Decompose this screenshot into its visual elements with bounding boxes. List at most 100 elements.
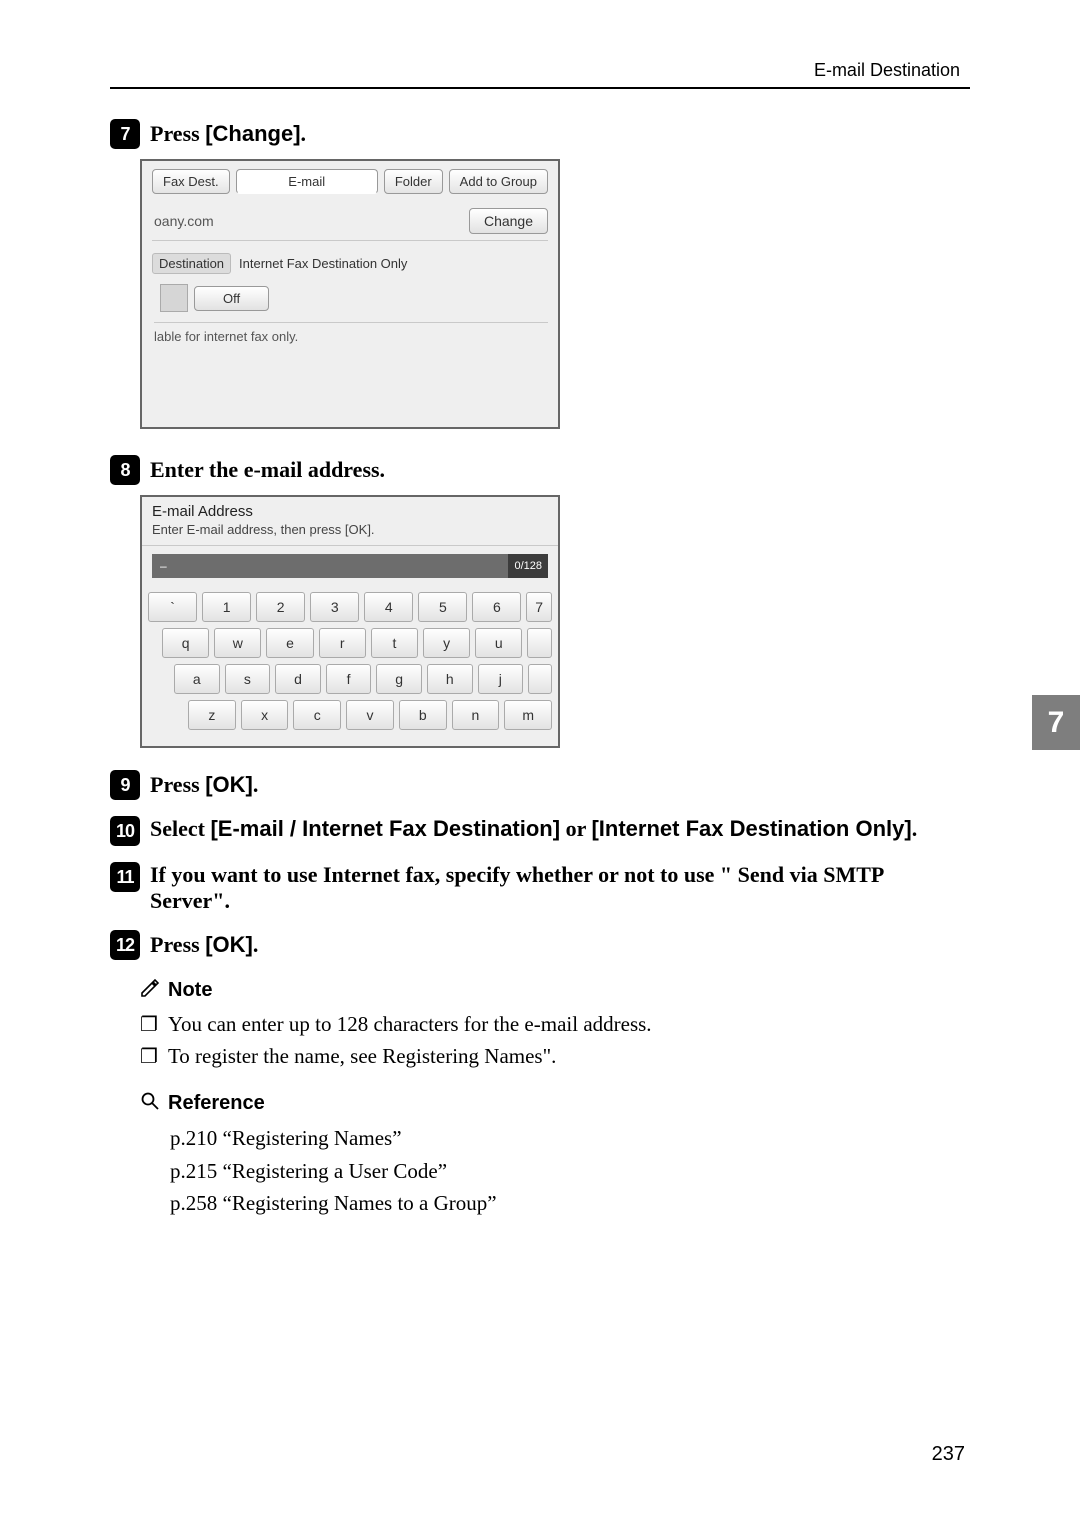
step-11-text: If you want to use Internet fax, specify… [150, 862, 950, 914]
key-a[interactable]: a [174, 664, 220, 694]
step-11-heading: 11 If you want to use Internet fax, spec… [110, 862, 970, 914]
bullet-icon: ❐ [140, 1041, 158, 1073]
page: E-mail Destination 7 Press [Change]. Fax… [0, 0, 1080, 1526]
email-fax-dest-label: [E-mail / Internet Fax Destination] [210, 816, 560, 841]
key-c[interactable]: c [293, 700, 341, 730]
toggle-indicator[interactable] [160, 284, 188, 312]
key-y[interactable]: y [423, 628, 470, 658]
key-u[interactable]: u [475, 628, 522, 658]
keyboard-row-qwerty: q w e r t y u [148, 628, 552, 658]
note-label: Note [168, 979, 212, 1002]
note-bullet-2: ❐ To register the name, see Registering … [140, 1041, 970, 1073]
email-address-text: oany.com [152, 213, 214, 229]
key-v[interactable]: v [346, 700, 394, 730]
key-z[interactable]: z [188, 700, 236, 730]
text: . [912, 816, 918, 841]
key-j[interactable]: j [478, 664, 524, 694]
key-q[interactable]: q [162, 628, 209, 658]
reference-heading: Reference [140, 1091, 970, 1116]
ok-label: [OK] [205, 932, 253, 957]
dialog-title: E-mail Address [142, 497, 558, 522]
reference-item: p.215 “Registering a User Code” [170, 1155, 970, 1188]
key-g[interactable]: g [376, 664, 422, 694]
off-button[interactable]: Off [194, 286, 269, 311]
step-10-text: Select [E-mail / Internet Fax Destinatio… [150, 816, 917, 842]
change-label: [Change] [205, 121, 300, 146]
step-8-heading: 8 Enter the e-mail address. [110, 455, 970, 485]
key-3[interactable]: 3 [310, 592, 359, 622]
step-7-heading: 7 Press [Change]. [110, 119, 970, 149]
key-1[interactable]: 1 [202, 592, 251, 622]
text: or [560, 816, 591, 841]
key-b[interactable]: b [399, 700, 447, 730]
key-4[interactable]: 4 [364, 592, 413, 622]
tab-bar: Fax Dest. E-mail Folder Add to Group [152, 169, 548, 194]
reference-list: p.210 “Registering Names” p.215 “Registe… [170, 1122, 970, 1220]
step-12: 12 Press [OK]. [110, 930, 970, 960]
step-7-text: Press [Change]. [150, 121, 306, 147]
tab-fax-dest[interactable]: Fax Dest. [152, 169, 230, 194]
input-cursor: – [152, 559, 508, 573]
tab-add-to-group[interactable]: Add to Group [449, 169, 548, 194]
key-r[interactable]: r [319, 628, 366, 658]
email-input[interactable]: – 0/128 [152, 554, 548, 578]
magnifier-icon [140, 1091, 160, 1116]
key-s[interactable]: s [225, 664, 271, 694]
text: Press [150, 121, 205, 146]
key-h[interactable]: h [427, 664, 473, 694]
step-8-text: Enter the e-mail address. [150, 457, 385, 483]
smtp-toggle-row: Off [160, 284, 548, 312]
reference-item: p.258 “Registering Names to a Group” [170, 1187, 970, 1220]
step-12-heading: 12 Press [OK]. [110, 930, 970, 960]
destination-value: Internet Fax Destination Only [239, 256, 407, 271]
key-d[interactable]: d [275, 664, 321, 694]
keyboard-row-num: ` 1 2 3 4 5 6 7 [148, 592, 552, 622]
screenshot-footnote: lable for internet fax only. [154, 322, 548, 344]
step-8: 8 Enter the e-mail address. E-mail Addre… [110, 455, 970, 748]
key-f[interactable]: f [326, 664, 372, 694]
destination-label: Destination [152, 253, 231, 274]
email-address-row: oany.com Change [152, 208, 548, 241]
dialog-subtitle: Enter E-mail address, then press [OK]. [142, 522, 558, 546]
key-7[interactable]: 7 [526, 592, 552, 622]
keyboard-row-zxcv: z x c v b n m [148, 700, 552, 730]
text: Press [150, 932, 205, 957]
key-backtick[interactable]: ` [148, 592, 197, 622]
step-number-badge: 8 [110, 455, 140, 485]
key-t[interactable]: t [371, 628, 418, 658]
destination-row: Destination Internet Fax Destination Onl… [152, 253, 548, 274]
reference-label: Reference [168, 1092, 265, 1115]
step-9: 9 Press [OK]. [110, 770, 970, 800]
note-text: To register the name, see Registering Na… [168, 1041, 556, 1073]
step-10-heading: 10 Select [E-mail / Internet Fax Destina… [110, 816, 970, 846]
text: . [301, 121, 307, 146]
change-button[interactable]: Change [469, 208, 548, 234]
ok-label: [OK] [205, 772, 253, 797]
step-number-badge: 11 [110, 862, 140, 892]
internet-fax-only-label: [Internet Fax Destination Only] [591, 816, 911, 841]
note-section: Note ❐ You can enter up to 128 character… [110, 978, 970, 1220]
reference-item: p.210 “Registering Names” [170, 1122, 970, 1155]
key-2[interactable]: 2 [256, 592, 305, 622]
tab-folder[interactable]: Folder [384, 169, 443, 194]
note-bullet-1: ❐ You can enter up to 128 characters for… [140, 1009, 970, 1041]
step-10: 10 Select [E-mail / Internet Fax Destina… [110, 816, 970, 846]
text: Select [150, 816, 210, 841]
key-w[interactable]: w [214, 628, 261, 658]
key-edge[interactable] [528, 664, 552, 694]
tab-email[interactable]: E-mail [236, 169, 378, 194]
key-n[interactable]: n [452, 700, 500, 730]
screenshot-email-keyboard: E-mail Address Enter E-mail address, the… [140, 495, 560, 748]
step-11: 11 If you want to use Internet fax, spec… [110, 862, 970, 914]
key-6[interactable]: 6 [472, 592, 521, 622]
step-9-text: Press [OK]. [150, 772, 258, 798]
key-x[interactable]: x [241, 700, 289, 730]
note-text: You can enter up to 128 characters for t… [168, 1009, 652, 1041]
key-m[interactable]: m [504, 700, 552, 730]
key-e[interactable]: e [266, 628, 313, 658]
key-edge[interactable] [527, 628, 552, 658]
step-9-heading: 9 Press [OK]. [110, 770, 970, 800]
chapter-tab: 7 [1032, 695, 1080, 750]
key-5[interactable]: 5 [418, 592, 467, 622]
step-number-badge: 9 [110, 770, 140, 800]
